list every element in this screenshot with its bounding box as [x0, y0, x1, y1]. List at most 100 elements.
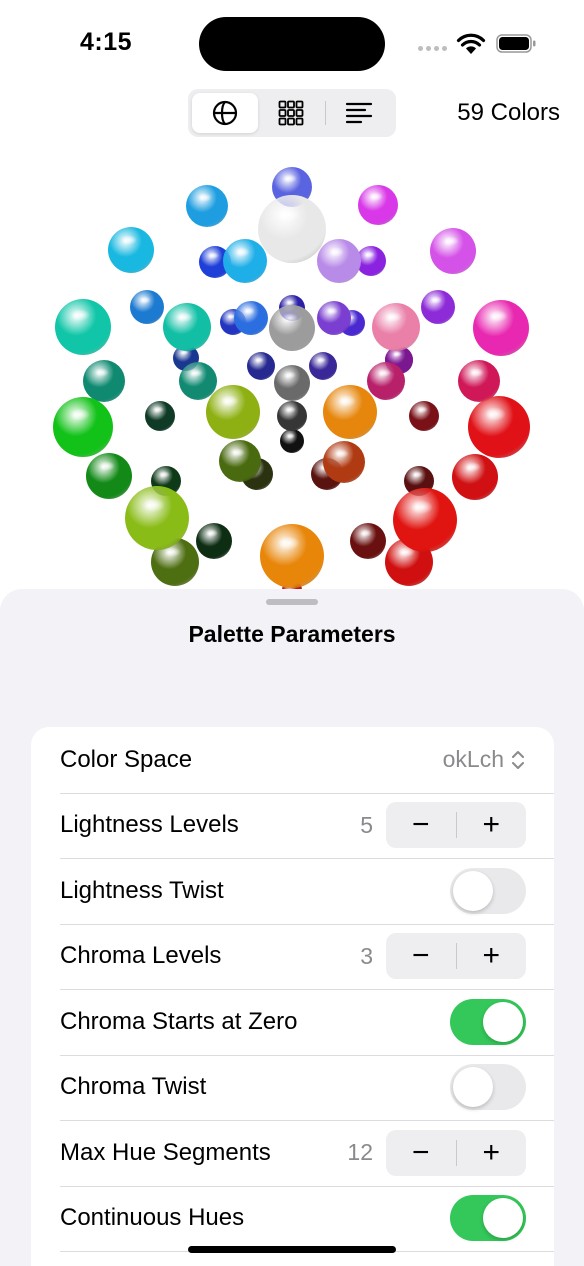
grid-view-button[interactable] [258, 93, 324, 133]
color-count-label: 59 Colors [457, 99, 560, 126]
color-sphere[interactable] [421, 290, 455, 324]
row-label: Max Hue Segments [60, 1138, 271, 1166]
status-time: 4:15 [80, 28, 133, 56]
color-sphere[interactable] [223, 239, 267, 283]
color-sphere[interactable] [163, 303, 211, 351]
color-sphere[interactable] [274, 365, 310, 401]
color-sphere[interactable] [409, 401, 439, 431]
color-sphere[interactable] [258, 195, 326, 263]
row-label: Chroma Starts at Zero [60, 1007, 298, 1035]
increment-button[interactable]: + [457, 802, 527, 848]
color-sphere[interactable] [430, 228, 476, 274]
stepper-value: 3 [360, 942, 373, 969]
color-sphere[interactable] [86, 453, 132, 499]
home-indicator [188, 1246, 396, 1253]
color-sphere[interactable] [186, 185, 228, 227]
color-sphere[interactable] [130, 290, 164, 324]
row-max-hue-segments: Max Hue Segments 12− + [60, 1120, 554, 1185]
cellular-signal-icon [418, 46, 447, 51]
color-sphere[interactable] [277, 401, 307, 431]
view-mode-segmented-control [188, 89, 396, 137]
status-bar: 4:15 [0, 0, 584, 88]
color-sphere[interactable] [317, 301, 351, 335]
row-control: okLch [443, 727, 526, 792]
row-label: Lightness Twist [60, 876, 224, 904]
stepper: − + [386, 933, 526, 979]
toggle-switch[interactable] [450, 998, 526, 1045]
globe-icon [213, 100, 238, 126]
row-label: Continuous Hues [60, 1204, 245, 1231]
row-control: 5− + [360, 793, 526, 858]
color-sphere[interactable] [367, 362, 405, 400]
stepper-value: 12 [347, 1139, 373, 1165]
decrement-button[interactable]: − [386, 802, 456, 848]
color-sphere[interactable] [219, 440, 261, 482]
battery-icon [496, 34, 536, 53]
stepper: − + [386, 1129, 527, 1176]
color-sphere[interactable] [55, 299, 111, 355]
color-sphere[interactable] [473, 300, 529, 356]
row-control [450, 989, 526, 1054]
color-sphere[interactable] [323, 385, 377, 439]
toggle-knob [453, 1067, 493, 1107]
list-icon [345, 102, 372, 124]
sheet-title: Palette Parameters [188, 621, 396, 647]
chevron-up-down-icon[interactable] [510, 749, 526, 771]
color-sphere[interactable] [83, 360, 125, 402]
list-view-button[interactable] [326, 93, 392, 133]
color-sphere[interactable] [247, 352, 275, 380]
color-sphere[interactable] [350, 523, 386, 559]
toggle-knob [483, 1198, 523, 1238]
row-label: Chroma Twist [60, 1073, 207, 1100]
toggle-switch[interactable] [450, 1064, 526, 1110]
row-control: 12− + [347, 1120, 526, 1185]
color-sphere[interactable] [393, 488, 457, 552]
row-chroma-levels: Chroma Levels 3− + [60, 924, 554, 989]
wifi-icon [456, 33, 486, 54]
color-sphere[interactable] [372, 303, 420, 351]
row-label: Chroma Levels [60, 942, 222, 969]
color-sphere[interactable] [145, 401, 175, 431]
color-sphere[interactable] [108, 227, 154, 273]
toggle-knob [453, 870, 493, 911]
color-sphere[interactable] [317, 239, 361, 283]
row-control [450, 1186, 526, 1251]
color-sphere[interactable] [452, 454, 498, 500]
color-sphere[interactable] [260, 524, 324, 588]
stepper-value: 5 [360, 811, 373, 838]
color-sphere[interactable] [206, 385, 260, 439]
row-chroma-starts-at-zero: Chroma Starts at Zero [60, 989, 554, 1054]
toggle-knob [483, 1001, 523, 1042]
color-sphere[interactable] [196, 523, 232, 559]
increment-button[interactable]: + [457, 1130, 527, 1176]
row-lightness-twist: Lightness Twist [60, 858, 554, 923]
row-control [450, 1055, 526, 1120]
increment-button[interactable]: + [457, 933, 527, 979]
color-sphere[interactable] [323, 441, 365, 483]
toggle-switch[interactable] [450, 1195, 526, 1241]
grid-icon [279, 100, 304, 126]
row-color-space: Color Space okLch [60, 727, 554, 792]
palette-sphere-view[interactable] [0, 150, 584, 600]
row-label: Color Space [60, 745, 193, 773]
row-continuous-hues: Continuous Hues [60, 1186, 554, 1251]
row-chroma-twist: Chroma Twist [60, 1055, 554, 1120]
stepper: − + [386, 802, 526, 848]
color-sphere[interactable] [468, 396, 530, 458]
color-sphere[interactable] [269, 305, 315, 351]
color-sphere[interactable] [358, 185, 398, 225]
color-space-picker[interactable]: okLch [443, 746, 504, 773]
color-sphere[interactable] [309, 352, 337, 380]
globe-view-button[interactable] [192, 93, 259, 133]
decrement-button[interactable]: − [386, 933, 456, 979]
color-sphere[interactable] [53, 397, 113, 457]
row-control [450, 858, 526, 923]
palette-parameters-sheet: Palette Parameters Color Space okLch Light… [0, 589, 584, 1266]
color-sphere[interactable] [125, 486, 189, 550]
dynamic-island [199, 17, 385, 71]
decrement-button[interactable]: − [386, 1130, 456, 1176]
sheet-grabber[interactable] [266, 599, 318, 605]
toggle-switch[interactable] [450, 867, 526, 914]
color-sphere[interactable] [280, 429, 304, 453]
color-sphere[interactable] [234, 301, 268, 335]
